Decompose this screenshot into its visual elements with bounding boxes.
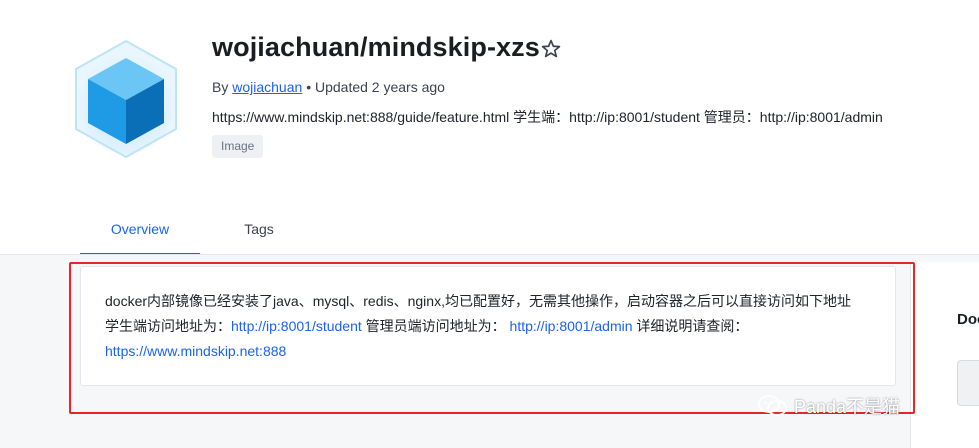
student-url-link[interactable]: http://ip:8001/student: [231, 318, 362, 334]
side-panel-title: Doc: [957, 311, 979, 328]
side-panel: [910, 262, 979, 448]
by-label: By: [212, 79, 229, 95]
watermark-text: Panda不是猫: [794, 397, 901, 417]
type-badge: Image: [212, 135, 264, 158]
site-url-link[interactable]: https://www.mindskip.net:888: [105, 343, 286, 359]
overview-line-1: docker内部镜像已经安装了java、mysql、redis、nginx,均已…: [105, 293, 851, 309]
admin-url-link[interactable]: http://ip:8001/admin: [510, 318, 633, 334]
author-link[interactable]: wojiachuan: [232, 79, 302, 95]
image-cube-icon: [75, 39, 177, 159]
star-icon[interactable]: [540, 38, 562, 60]
student-label: 学生端访问地址为：: [105, 318, 231, 334]
watermark: Panda不是猫: [758, 392, 900, 420]
tab-tags[interactable]: Tags: [220, 210, 298, 255]
overview-line-3: https://www.mindskip.net:888: [105, 339, 885, 364]
repo-title: wojiachuan/mindskip-xzs: [212, 32, 540, 62]
repo-header: wojiachuan/mindskip-xzs By wojiachuan • …: [0, 0, 979, 255]
admin-label: 管理员端访问地址为：: [361, 318, 506, 334]
overview-text: docker内部镜像已经安装了java、mysql、redis、nginx,均已…: [105, 289, 885, 364]
wechat-icon: [758, 395, 787, 416]
overview-card: docker内部镜像已经安装了java、mysql、redis、nginx,均已…: [80, 266, 896, 386]
repo-description: https://www.mindskip.net:888/guide/featu…: [212, 109, 883, 125]
overview-line-2: 学生端访问地址为：http://ip:8001/student 管理员端访问地址…: [105, 314, 885, 339]
repo-meta: By wojiachuan • Updated 2 years ago: [212, 79, 445, 95]
details-label: 详细说明请查阅：: [632, 318, 749, 334]
updated-text: • Updated 2 years ago: [306, 79, 445, 95]
tab-overview[interactable]: Overview: [80, 210, 200, 255]
side-panel-button[interactable]: [957, 360, 979, 406]
